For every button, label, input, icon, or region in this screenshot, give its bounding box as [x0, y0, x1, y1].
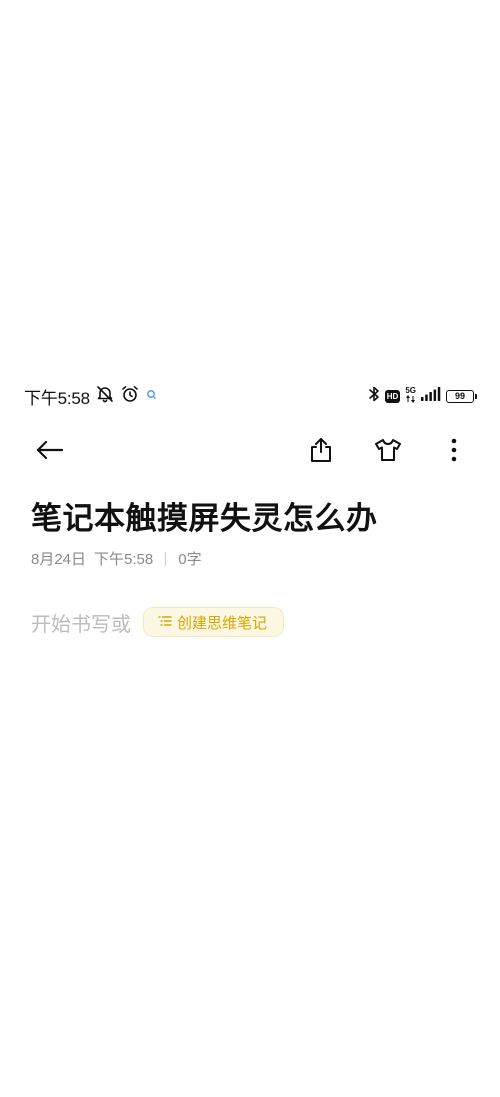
- status-bar: 下午5:58 HD 5G 99: [0, 380, 500, 412]
- word-count: 0字: [178, 551, 202, 568]
- network-label: 5G: [405, 386, 416, 395]
- share-button[interactable]: [299, 430, 343, 474]
- signal-strength-icon: [421, 386, 441, 406]
- more-vertical-icon: [451, 438, 457, 467]
- share-icon: [309, 437, 333, 468]
- status-time: 下午5:58: [24, 388, 90, 408]
- theme-button[interactable]: [366, 430, 410, 474]
- back-arrow-icon: [35, 439, 65, 466]
- note-date: 8月24日: [31, 551, 87, 568]
- list-icon: [158, 614, 172, 631]
- data-arrows-icon: [405, 395, 416, 405]
- mute-notification-icon: [95, 384, 115, 409]
- note-meta: 8月24日 下午5:58 0字: [31, 548, 202, 569]
- status-right: HD 5G 99: [368, 384, 477, 408]
- create-mindmap-label: 创建思维笔记: [177, 614, 268, 632]
- note-body[interactable]: 开始书写或 创建思维笔记: [31, 607, 285, 637]
- sync-icon: [145, 387, 157, 405]
- more-button[interactable]: [432, 430, 476, 474]
- status-left: 下午5:58: [24, 384, 157, 408]
- note-time: 下午5:58: [94, 551, 154, 568]
- create-mindmap-button[interactable]: 创建思维笔记: [143, 607, 285, 637]
- hd-voice-badge: HD: [384, 389, 401, 403]
- alarm-icon: [120, 384, 140, 409]
- battery-indicator: 99: [446, 389, 477, 403]
- back-button[interactable]: [28, 430, 72, 474]
- battery-level: 99: [454, 391, 465, 401]
- theme-shirt-icon: [374, 438, 402, 467]
- network-type: 5G: [405, 387, 416, 405]
- note-title[interactable]: 笔记本触摸屏失灵怎么办: [31, 493, 378, 538]
- meta-divider: [165, 551, 167, 566]
- bluetooth-icon: [368, 385, 380, 408]
- note-toolbar: [0, 430, 500, 474]
- body-placeholder[interactable]: 开始书写或: [31, 608, 131, 637]
